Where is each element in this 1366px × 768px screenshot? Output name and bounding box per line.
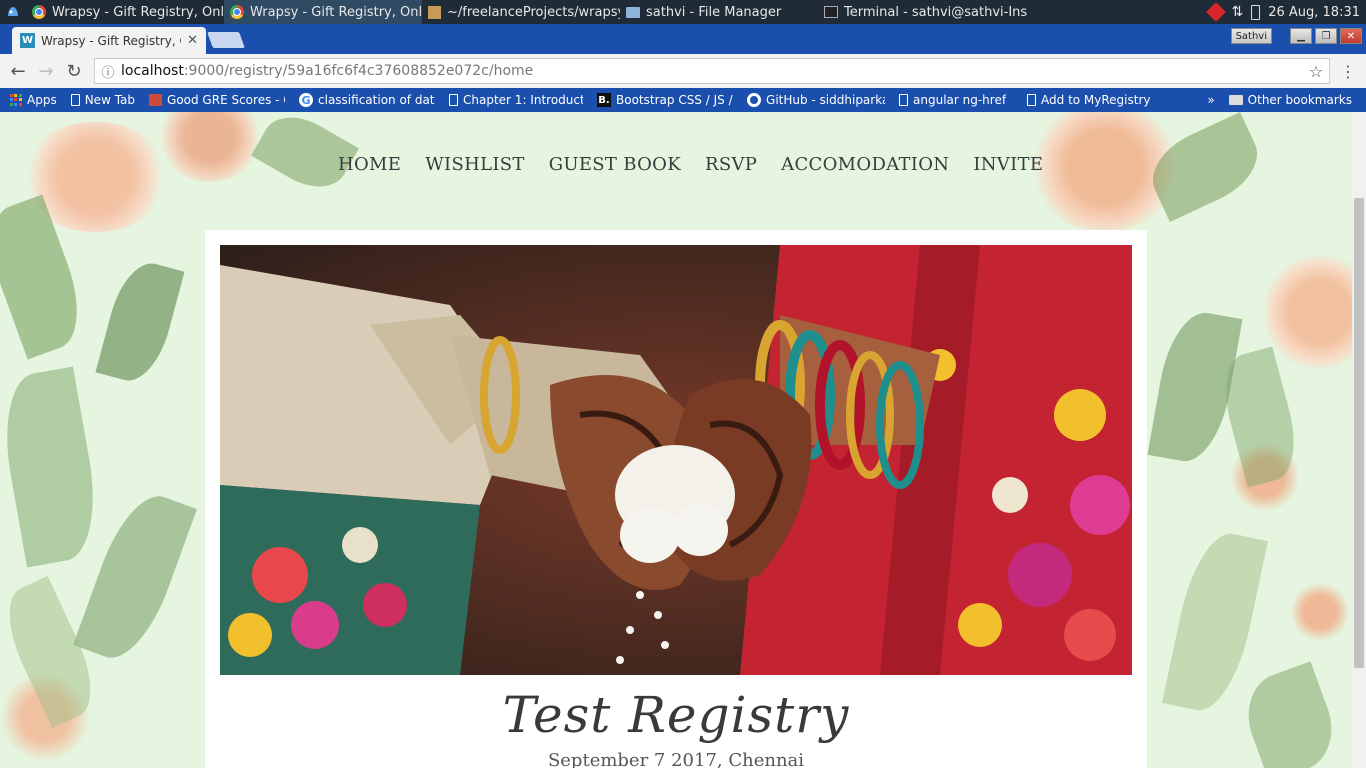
taskbar-item-chrome-2[interactable]: Wrapsy - Gift Registry, Onlin...	[224, 0, 422, 24]
bookmark-bootstrap[interactable]: B. Bootstrap CSS / JS / I	[590, 93, 740, 107]
os-taskbar: Wrapsy - Gift Registry, Onlin... Wrapsy …	[0, 0, 1366, 24]
browser-menu-button[interactable]: ⋮	[1338, 58, 1358, 84]
browser-tab-strip: W Wrapsy - Gift Registry, C ✕ Sathvi ▁ ❐…	[0, 24, 1366, 54]
site-info-icon[interactable]: ⓘ	[95, 62, 121, 81]
bookmark-label: angular ng-href	[913, 93, 1007, 107]
reload-icon: ↻	[66, 60, 82, 82]
bookmark-label: Chapter 1: Introduct	[463, 93, 584, 107]
window-controls: ▁ ❐ ✕	[1290, 28, 1362, 46]
registry-title: Test Registry	[502, 686, 850, 744]
folder-icon	[1228, 95, 1243, 105]
close-window-button[interactable]: ✕	[1340, 28, 1362, 44]
forward-arrow-icon: →	[38, 60, 54, 82]
restore-window-button[interactable]: ❐	[1315, 28, 1337, 44]
back-arrow-icon: ←	[10, 60, 26, 82]
bookmark-label: GitHub - siddhiparka	[766, 93, 886, 107]
browser-tab-active[interactable]: W Wrapsy - Gift Registry, C ✕	[12, 27, 206, 54]
minimize-window-button[interactable]: ▁	[1290, 28, 1312, 44]
site-navigation: HOME WISHLIST GUEST BOOK RSVP ACCOMODATI…	[338, 154, 1043, 175]
bookmark-label: New Tab	[84, 93, 136, 107]
editor-icon	[428, 5, 441, 19]
bookmarks-overflow-button[interactable]: »	[1200, 93, 1221, 107]
vertical-dots-icon: ⋮	[1340, 61, 1356, 81]
start-menu-icon	[8, 7, 18, 16]
wrapsy-favicon-icon: W	[20, 33, 35, 48]
page-icon	[449, 94, 459, 106]
bookmark-star-icon[interactable]: ☆	[1303, 62, 1329, 81]
taskbar-item-label: Wrapsy - Gift Registry, Onlin...	[52, 4, 224, 20]
close-tab-icon[interactable]: ✕	[187, 33, 198, 48]
page-icon	[1027, 94, 1037, 106]
bookmark-new-tab[interactable]: New Tab	[64, 93, 142, 107]
chrome-icon	[32, 5, 46, 19]
bookmark-github[interactable]: GitHub - siddhiparka	[740, 93, 892, 107]
taskbar-item-editor[interactable]: ~/freelanceProjects/wrapsy/...	[422, 0, 620, 24]
taskbar-item-label: Wrapsy - Gift Registry, Onlin...	[250, 4, 422, 20]
address-bar[interactable]: ⓘ localhost:9000/registry/59a16fc6f4c376…	[94, 58, 1330, 84]
bookmark-label: Bootstrap CSS / JS / I	[616, 93, 734, 107]
page-scrollbar[interactable]	[1352, 112, 1366, 768]
taskbar-item-label: Terminal - sathvi@sathvi-Ins...	[844, 4, 1028, 20]
bookmark-gre-scores[interactable]: Good GRE Scores - G	[142, 93, 292, 107]
chrome-icon	[230, 5, 244, 19]
page-icon	[70, 94, 80, 106]
google-icon: G	[299, 93, 314, 107]
notification-icon[interactable]	[1206, 2, 1227, 22]
bookmarks-bar: Apps New Tab Good GRE Scores - G G class…	[0, 88, 1366, 112]
url-host: localhost	[121, 63, 184, 79]
wedding-hero-image	[220, 245, 1132, 675]
registry-subtitle: September 7 2017, Chennai	[547, 750, 805, 768]
nav-guest-book-link[interactable]: GUEST BOOK	[549, 154, 681, 175]
taskbar-item-chrome-1[interactable]: Wrapsy - Gift Registry, Onlin...	[26, 0, 224, 24]
url-path: :9000/registry/59a16fc6f4c37608852e072c/…	[183, 63, 534, 79]
battery-icon[interactable]	[1251, 4, 1261, 20]
reload-button[interactable]: ↻	[60, 57, 88, 85]
gre-favicon-icon	[149, 94, 163, 106]
bookmark-label: Good GRE Scores - G	[167, 93, 286, 107]
bookmark-chapter-1[interactable]: Chapter 1: Introduct	[442, 93, 590, 107]
new-tab-button[interactable]	[207, 32, 245, 48]
bookmark-add-to-myregistry[interactable]: Add to MyRegistry	[1020, 93, 1180, 107]
taskbar-item-label: sathvi - File Manager	[646, 4, 782, 20]
terminal-icon	[824, 6, 838, 18]
page-icon	[899, 94, 909, 106]
folder-icon	[626, 6, 640, 18]
page-viewport: HOME WISHLIST GUEST BOOK RSVP ACCOMODATI…	[0, 112, 1352, 768]
nav-accomodation-link[interactable]: ACCOMODATION	[781, 154, 949, 175]
forward-button[interactable]: →	[32, 57, 60, 85]
nav-home-link[interactable]: HOME	[338, 154, 401, 175]
bookmark-label: Apps	[27, 93, 57, 107]
bookmark-classification[interactable]: G classification of data	[292, 93, 442, 107]
browser-toolbar: ← → ↻ ⓘ localhost:9000/registry/59a16fc6…	[0, 54, 1366, 88]
taskbar-item-terminal[interactable]: Terminal - sathvi@sathvi-Ins...	[818, 0, 1028, 24]
bootstrap-b-icon: B.	[597, 93, 612, 107]
start-menu-button[interactable]	[0, 0, 26, 24]
nav-wishlist-link[interactable]: WISHLIST	[425, 154, 524, 175]
tab-title: Wrapsy - Gift Registry, C	[41, 33, 182, 48]
scrollbar-thumb[interactable]	[1354, 198, 1364, 668]
system-tray: ⇅ 26 Aug, 18:31	[1206, 2, 1366, 22]
apps-grid-icon	[10, 94, 22, 106]
network-icon[interactable]: ⇅	[1231, 4, 1243, 20]
bookmark-angular-ng-href[interactable]: angular ng-href	[892, 93, 1020, 107]
bookmark-label: Other bookmarks	[1247, 93, 1352, 107]
registry-card: Test Registry September 7 2017, Chennai	[205, 230, 1147, 768]
taskbar-item-label: ~/freelanceProjects/wrapsy/...	[447, 4, 620, 20]
bookmark-other-bookmarks[interactable]: Other bookmarks	[1222, 93, 1366, 107]
back-button[interactable]: ←	[4, 57, 32, 85]
bookmark-label: classification of data	[318, 93, 436, 107]
nav-rsvp-link[interactable]: RSVP	[705, 154, 757, 175]
bookmark-label: Add to MyRegistry	[1041, 93, 1151, 107]
clock[interactable]: 26 Aug, 18:31	[1268, 5, 1360, 20]
bookmark-apps[interactable]: Apps	[0, 93, 64, 107]
nav-invite-link[interactable]: INVITE	[973, 154, 1043, 175]
taskbar-item-file-manager[interactable]: sathvi - File Manager	[620, 0, 818, 24]
profile-button[interactable]: Sathvi	[1230, 28, 1272, 44]
wedding-hands-rice-image	[220, 245, 1132, 675]
github-icon	[747, 93, 762, 107]
